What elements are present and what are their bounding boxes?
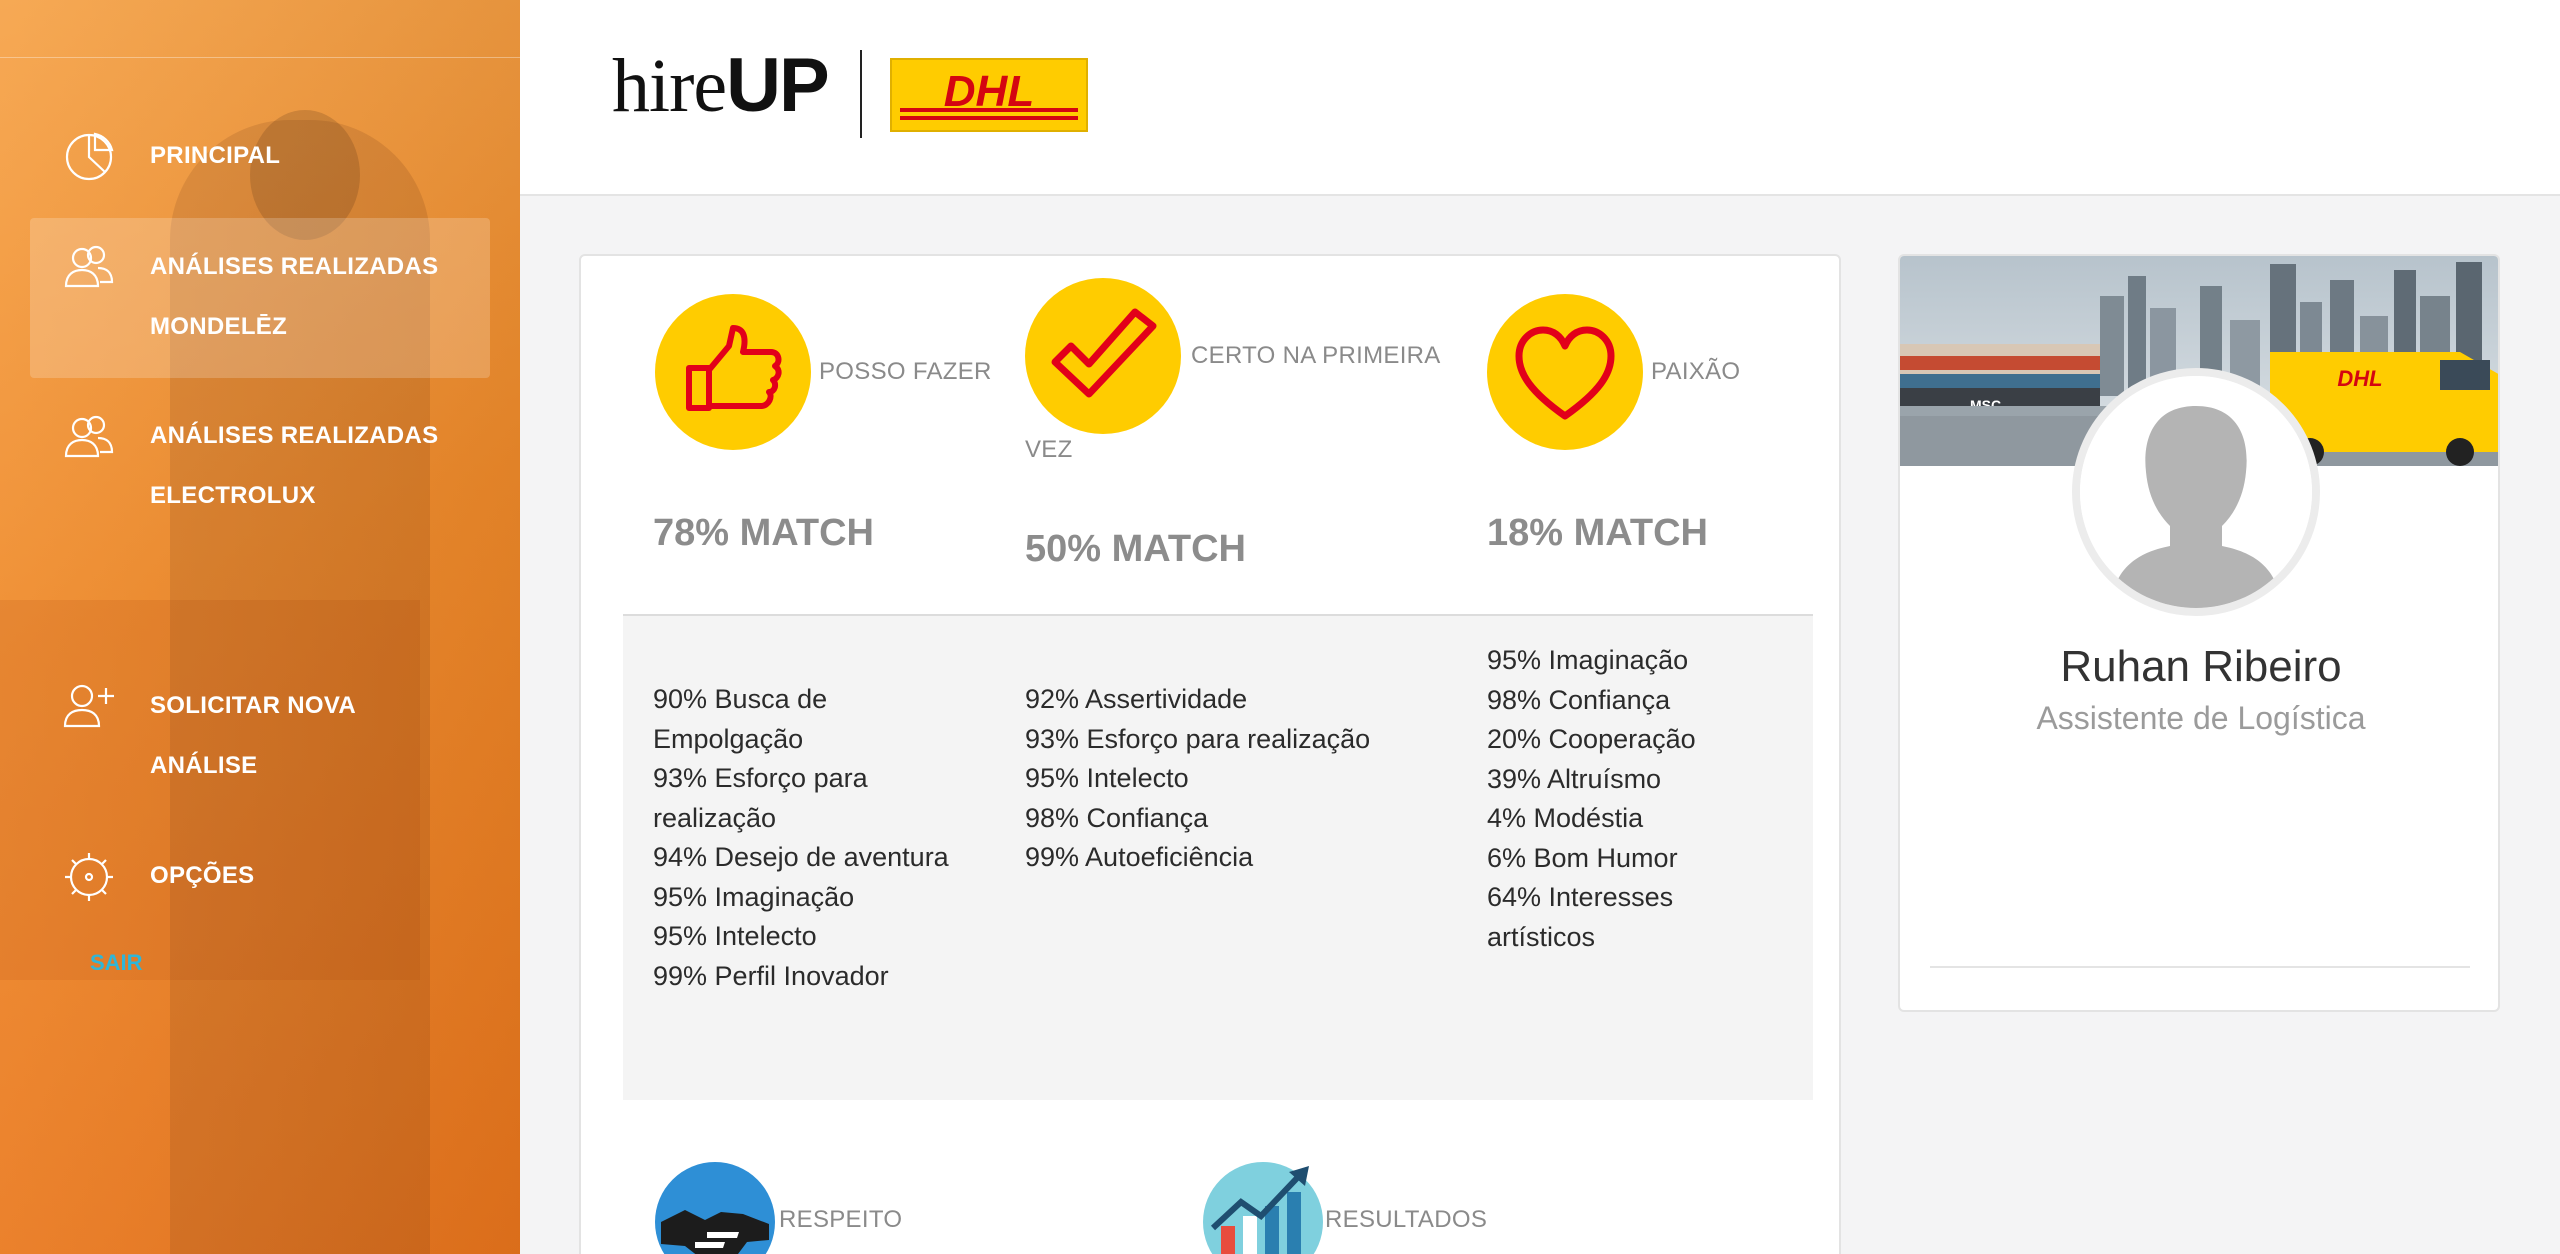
list-item: 99% Perfil Inovador — [653, 960, 889, 991]
banner-dhl-text: DHL — [2337, 366, 2382, 391]
growth-chart-icon — [1203, 1162, 1323, 1254]
list-item: 95% Imaginação — [1487, 645, 1689, 675]
sidebar-item-label: SOLICITAR NOVA — [150, 692, 356, 719]
profile-divider — [1930, 966, 2470, 968]
sidebar-item-label: ANÁLISES REALIZADAS — [150, 422, 439, 449]
heart-icon — [1487, 294, 1643, 450]
sidebar-item-opcoes[interactable]: OPÇÕES — [30, 846, 490, 908]
profile-card: MSC DHL Ruhan Ribeiro Assistente de Logí… — [1898, 254, 2500, 1012]
trait-details-list: 92% Assertividade 93% Esforço para reali… — [1025, 680, 1445, 878]
sidebar-item-sublabel: MONDELĒZ — [150, 313, 288, 340]
checkmark-icon — [1025, 278, 1181, 434]
trait-details-list: 95% Imaginação 98% Confiança 20% Coopera… — [1487, 641, 1787, 957]
trait-match-value: 50% MATCH — [1025, 528, 1246, 570]
list-item: 64% Interesses — [1487, 882, 1674, 912]
avatar[interactable] — [2072, 368, 2320, 616]
handshake-icon — [655, 1162, 775, 1254]
profile-role: Assistente de Logística — [2036, 700, 2366, 736]
list-item: 98% Confiança — [1025, 802, 1209, 833]
list-item: 93% Esforço para realização — [1025, 723, 1371, 754]
sidebar-item-sublabel: ELECTROLUX — [150, 482, 316, 509]
add-user-icon — [62, 680, 116, 734]
trait-label-continued: VEZ — [1025, 436, 1073, 463]
background-photo-tint — [0, 0, 520, 1254]
list-item: 92% Assertividade — [1025, 684, 1248, 714]
trait-label: POSSO FAZER — [819, 358, 992, 385]
users-icon — [62, 242, 116, 296]
sidebar-item-label: OPÇÕES — [150, 862, 255, 889]
trait-label: CERTO NA PRIMEIRA — [1191, 342, 1441, 369]
sidebar: PRINCIPAL ANÁLISES REALIZADAS MONDELĒZ A… — [0, 0, 520, 1254]
list-item: Empolgação — [653, 723, 804, 754]
list-item: 4% Modéstia — [1487, 803, 1644, 833]
sidebar-item-sublabel: ANÁLISE — [150, 752, 258, 779]
list-item: artísticos — [1487, 921, 1596, 952]
users-icon — [62, 412, 116, 466]
gear-icon — [62, 850, 116, 904]
pie-chart-icon — [62, 130, 116, 184]
sidebar-item-analises-electrolux[interactable]: ANÁLISES REALIZADAS ELECTROLUX — [30, 406, 490, 526]
list-item: 95% Intelecto — [653, 921, 817, 951]
list-item: 93% Esforço para — [653, 763, 868, 793]
list-item: 94% Desejo de aventura — [653, 842, 949, 872]
profile-name: Ruhan Ribeiro — [2060, 642, 2342, 691]
list-item: 99% Autoeficiência — [1025, 842, 1254, 872]
sidebar-item-label: ANÁLISES REALIZADAS — [150, 253, 439, 280]
trait-label: PAIXÃO — [1651, 358, 1741, 385]
logo-hire-text: hire — [612, 44, 727, 128]
trait-label: RESULTADOS — [1325, 1206, 1488, 1233]
list-item: 95% Imaginação — [653, 881, 855, 912]
header: hireUP DHL — [520, 0, 2560, 196]
sidebar-item-label: PRINCIPAL — [150, 142, 281, 169]
trait-match-value: 78% MATCH — [653, 512, 874, 554]
thumbs-up-icon — [655, 294, 811, 450]
logo-up-text: UP — [726, 43, 830, 128]
hireup-logo[interactable]: hireUP — [612, 42, 830, 130]
sidebar-divider — [0, 57, 520, 58]
list-item: 90% Busca de — [653, 684, 828, 714]
dhl-logo-text: DHL — [944, 67, 1034, 116]
trait-label: RESPEITO — [779, 1206, 903, 1233]
list-item: 20% Cooperação — [1487, 724, 1696, 754]
list-item: 6% Bom Humor — [1487, 842, 1678, 873]
list-item: realização — [653, 802, 777, 833]
trait-match-value: 18% MATCH — [1487, 512, 1708, 554]
logo-divider — [860, 50, 862, 138]
sidebar-item-principal[interactable]: PRINCIPAL — [30, 126, 490, 188]
trait-details-list: 90% Busca de Empolgação 93% Esforço para… — [653, 680, 993, 996]
list-item: 95% Intelecto — [1025, 763, 1189, 793]
trait-match-card: POSSO FAZER 78% MATCH CERTO NA PRIMEIRA … — [579, 254, 1841, 1254]
list-item: 98% Confiança — [1487, 684, 1671, 715]
list-item: 39% Altruísmo — [1487, 763, 1662, 794]
logout-link[interactable]: SAIR — [90, 950, 143, 976]
sidebar-item-analises-mondelez[interactable]: ANÁLISES REALIZADAS MONDELĒZ — [30, 218, 490, 378]
dhl-logo: DHL — [890, 58, 1088, 132]
sidebar-item-solicitar-nova-analise[interactable]: SOLICITAR NOVA ANÁLISE — [30, 676, 490, 796]
